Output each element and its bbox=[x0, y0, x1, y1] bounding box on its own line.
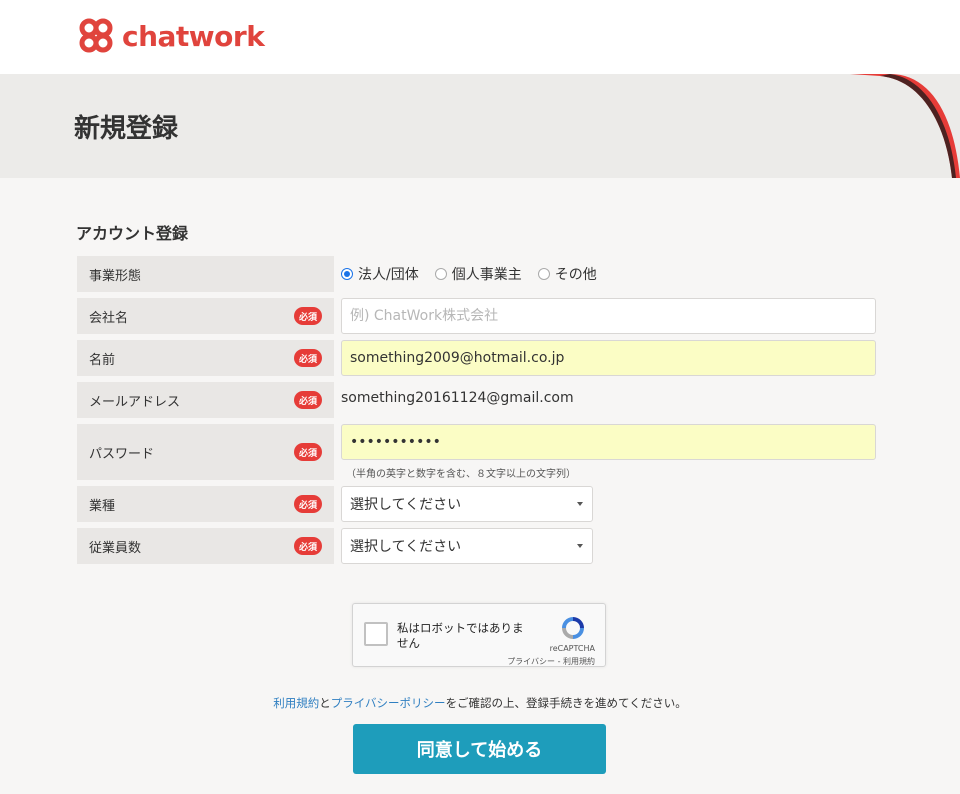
recaptcha-brand: reCAPTCHA bbox=[549, 644, 595, 653]
top-bar: chatwork bbox=[0, 0, 960, 74]
name-input[interactable] bbox=[341, 340, 876, 376]
agree-and-start-button[interactable]: 同意して始める bbox=[353, 724, 606, 774]
brand-name: chatwork bbox=[122, 19, 265, 53]
terms-notice: 利用規約とプライバシーポリシーをご確認の上、登録手続きを進めてください。 bbox=[0, 695, 960, 711]
required-badge: 必須 bbox=[294, 495, 322, 513]
recaptcha-label: 私はロボットではありません bbox=[397, 621, 524, 650]
required-badge: 必須 bbox=[294, 443, 322, 461]
label-text: 名前 bbox=[89, 352, 116, 368]
required-badge: 必須 bbox=[294, 537, 322, 555]
required-badge: 必須 bbox=[294, 391, 322, 409]
row-label-name: 名前 必須 bbox=[77, 340, 334, 376]
radio-label: 個人事業主 bbox=[451, 267, 522, 283]
label-text: 会社名 bbox=[89, 310, 129, 326]
privacy-policy-link[interactable]: プライバシーポリシー bbox=[331, 696, 446, 710]
label-text: 業種 bbox=[89, 498, 116, 514]
recaptcha-checkbox[interactable] bbox=[364, 622, 388, 646]
terms-joiner: と bbox=[319, 696, 331, 710]
required-badge: 必須 bbox=[294, 307, 322, 325]
decorative-curve bbox=[850, 74, 960, 178]
label-text: 従業員数 bbox=[89, 540, 142, 556]
recaptcha-logo-icon bbox=[562, 617, 584, 639]
select-value: 選択してください bbox=[350, 539, 462, 555]
row-label-password: パスワード 必須 bbox=[77, 424, 334, 480]
page-title: 新規登録 bbox=[74, 114, 179, 144]
email-value: something20161124@gmail.com bbox=[341, 390, 574, 406]
row-label-email: メールアドレス 必須 bbox=[77, 382, 334, 418]
chatwork-flower-icon bbox=[79, 18, 113, 53]
radio-other[interactable]: その他 bbox=[537, 264, 597, 284]
password-hint: （半角の英字と数字を含む、８文字以上の文字列） bbox=[346, 469, 576, 480]
row-label-business-type: 事業形態 bbox=[77, 256, 334, 292]
select-value: 選択してください bbox=[350, 497, 462, 513]
chatwork-logo[interactable]: chatwork bbox=[76, 16, 265, 56]
required-badge: 必須 bbox=[294, 349, 322, 367]
company-input[interactable] bbox=[341, 298, 876, 334]
radio-label: その他 bbox=[554, 267, 597, 283]
radio-sole-proprietor[interactable]: 個人事業主 bbox=[434, 264, 522, 284]
terms-link[interactable]: 利用規約 bbox=[273, 696, 319, 710]
radio-unselected-icon bbox=[434, 268, 447, 280]
page-header: 新規登録 bbox=[0, 74, 960, 178]
radio-unselected-icon bbox=[537, 268, 550, 280]
industry-select[interactable]: 選択してください bbox=[341, 486, 593, 522]
business-type-radio-group: 法人/団体 個人事業主 その他 bbox=[341, 264, 613, 284]
label-text: メールアドレス bbox=[89, 394, 181, 410]
recaptcha-links[interactable]: プライバシー - 利用規約 bbox=[507, 656, 595, 667]
row-label-company: 会社名 必須 bbox=[77, 298, 334, 334]
password-input[interactable] bbox=[341, 424, 876, 460]
radio-corporation[interactable]: 法人/団体 bbox=[341, 264, 419, 284]
caret-down-icon bbox=[577, 544, 583, 548]
row-label-employees: 従業員数 必須 bbox=[77, 528, 334, 564]
row-label-industry: 業種 必須 bbox=[77, 486, 334, 522]
label-text: パスワード bbox=[89, 446, 155, 462]
radio-selected-icon bbox=[341, 268, 353, 280]
terms-rest: をご確認の上、登録手続きを進めてください。 bbox=[445, 696, 687, 710]
employees-select[interactable]: 選択してください bbox=[341, 528, 593, 564]
section-title: アカウント登録 bbox=[76, 224, 189, 243]
recaptcha-widget: 私はロボットではありません reCAPTCHA プライバシー - 利用規約 bbox=[352, 603, 606, 667]
label-text: 事業形態 bbox=[89, 268, 142, 284]
radio-label: 法人/団体 bbox=[358, 267, 419, 283]
caret-down-icon bbox=[577, 502, 583, 506]
